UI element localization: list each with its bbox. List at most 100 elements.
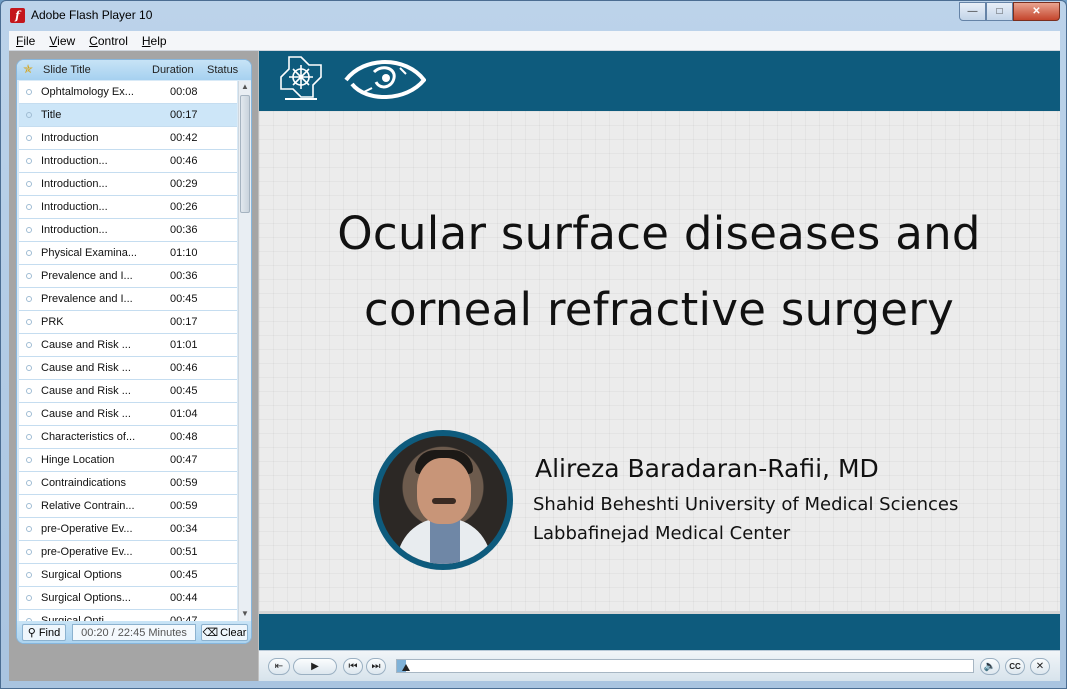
slide-list-item[interactable]: Introduction... 00:29 <box>19 173 237 196</box>
play-button[interactable]: ▶ <box>293 658 337 675</box>
slide-list-item-title: Introduction <box>41 132 99 144</box>
slide-list-item[interactable]: Surgical Options 00:45 <box>19 564 237 587</box>
slide-list-item-title: Introduction... <box>41 178 108 190</box>
status-dot-icon <box>26 434 32 440</box>
next-slide-button[interactable]: ⏭ <box>366 658 386 675</box>
status-dot-icon <box>26 549 32 555</box>
slide-list-item[interactable]: Prevalence and I... 00:36 <box>19 265 237 288</box>
playback-bar: ⇤ ▶ ⏮ ⏭ 🔈 CC ✕ <box>259 650 1060 681</box>
status-dot-icon <box>26 112 32 118</box>
outline-header: ✯ Slide Title Duration Status <box>17 60 251 80</box>
slide-list-item[interactable]: Introduction... 00:46 <box>19 150 237 173</box>
status-dot-icon <box>26 388 32 394</box>
slide-list-item-title: Prevalence and I... <box>41 293 133 305</box>
status-dot-icon <box>26 595 32 601</box>
slide-list-item[interactable]: Title 00:17 <box>19 104 237 127</box>
slide-list-item-title: Introduction... <box>41 155 108 167</box>
slide-list-item[interactable]: pre-Operative Ev... 00:34 <box>19 518 237 541</box>
slide-stage: Ocular surface diseases and corneal refr… <box>259 51 1060 650</box>
cc-icon: CC <box>1009 662 1021 671</box>
slide-list-item-duration: 00:36 <box>170 224 198 236</box>
menu-control[interactable]: Control <box>89 34 128 48</box>
slide-list-item[interactable]: Relative Contrain... 00:59 <box>19 495 237 518</box>
slide-list-item[interactable]: Introduction... 00:26 <box>19 196 237 219</box>
outline-toggle-button[interactable]: ⇤ <box>268 658 290 675</box>
scroll-up-icon[interactable]: ▲ <box>241 82 249 91</box>
speaker-icon: 🔈 <box>983 661 997 672</box>
slide-list-item[interactable]: Cause and Risk ... 00:45 <box>19 380 237 403</box>
status-dot-icon <box>26 250 32 256</box>
player-client-area: ✯ Slide Title Duration Status Ophtalmolo… <box>9 51 1060 681</box>
outline-scrollbar[interactable]: ▲ ▼ <box>238 81 251 621</box>
university-logo-icon <box>280 56 322 100</box>
close-player-button[interactable]: ✕ <box>1030 658 1050 675</box>
slide-list-item-duration: 00:59 <box>170 477 198 489</box>
slide-list-item[interactable]: Hinge Location 00:47 <box>19 449 237 472</box>
slide-list-item[interactable]: Surgical Options... 00:44 <box>19 587 237 610</box>
menu-file[interactable]: File <box>16 34 35 48</box>
minimize-button[interactable]: — <box>959 2 986 21</box>
menu-bar: File View Control Help <box>9 31 1060 51</box>
slide-list-item[interactable]: pre-Operative Ev... 00:51 <box>19 541 237 564</box>
slide-list-item-title: Characteristics of... <box>41 431 136 443</box>
slide-list-item[interactable]: Contraindications 00:59 <box>19 472 237 495</box>
slide-list-item-title: Introduction... <box>41 224 108 236</box>
clear-button[interactable]: ⌫ Clear <box>201 624 248 641</box>
outline-footer: ⚲ Find 00:20 / 22:45 Minutes ⌫ Clear <box>17 621 251 643</box>
closed-captions-button[interactable]: CC <box>1005 658 1025 675</box>
slide-list-item[interactable]: Cause and Risk ... 01:01 <box>19 334 237 357</box>
status-dot-icon <box>26 457 32 463</box>
previous-slide-button[interactable]: ⏮ <box>343 658 363 675</box>
slide-list-item-title: pre-Operative Ev... <box>41 523 133 535</box>
seek-bar[interactable] <box>396 659 974 673</box>
slide-list-item[interactable]: Cause and Risk ... 01:04 <box>19 403 237 426</box>
slide-list-item[interactable]: Prevalence and I... 00:45 <box>19 288 237 311</box>
slide-list-item-title: Surgical Options... <box>41 592 131 604</box>
skip-back-icon: ⏮ <box>348 661 358 672</box>
presenter-affiliation-1: Shahid Beheshti University of Medical Sc… <box>533 494 959 515</box>
status-dot-icon <box>26 273 32 279</box>
header-status[interactable]: Status <box>207 64 238 76</box>
presenter-name: Alireza Baradaran-Rafii, MD <box>535 454 879 483</box>
status-dot-icon <box>26 89 32 95</box>
find-label: Find <box>38 626 61 639</box>
header-slide-title[interactable]: Slide Title <box>43 64 91 76</box>
slide-title: Ocular surface diseases and corneal refr… <box>299 196 1019 348</box>
slide-list-item-title: Ophtalmology Ex... <box>41 86 134 98</box>
flash-app-icon: f <box>10 8 25 23</box>
slide-list-item[interactable]: PRK 00:17 <box>19 311 237 334</box>
find-button[interactable]: ⚲ Find <box>22 624 66 641</box>
slide-list-item-duration: 01:04 <box>170 408 198 420</box>
scroll-down-icon[interactable]: ▼ <box>241 609 249 618</box>
slide-list-item-duration: 00:45 <box>170 385 198 397</box>
slide-list-item[interactable]: Physical Examina... 01:10 <box>19 242 237 265</box>
close-button[interactable]: ✕ <box>1013 2 1060 21</box>
flash-player-window: f Adobe Flash Player 10 — □ ✕ File View … <box>0 0 1067 689</box>
slide-list-item-title: Cause and Risk ... <box>41 408 131 420</box>
slide-list-item[interactable]: Cause and Risk ... 00:46 <box>19 357 237 380</box>
slide-list-item-duration: 00:42 <box>170 132 198 144</box>
menu-view[interactable]: View <box>49 34 75 48</box>
scroll-thumb[interactable] <box>240 95 250 213</box>
slide-list: Ophtalmology Ex... 00:08 Title 00:17 Introdu… <box>19 81 237 621</box>
slide-list-item[interactable]: Surgical Opti... 00:47 <box>19 610 237 621</box>
slide-list-item[interactable]: Characteristics of... 00:48 <box>19 426 237 449</box>
slide-list-item-title: Physical Examina... <box>41 247 137 259</box>
slide-list-item-duration: 00:45 <box>170 569 198 581</box>
header-duration[interactable]: Duration <box>152 64 194 76</box>
slide-list-item-title: Title <box>41 109 62 121</box>
menu-help[interactable]: Help <box>142 34 167 48</box>
slide-list-item-duration: 00:36 <box>170 270 198 282</box>
magnifier-icon: ⚲ <box>27 627 36 639</box>
status-dot-icon <box>26 296 32 302</box>
star-icon: ✯ <box>23 62 34 76</box>
slide-list-item-duration: 00:47 <box>170 454 198 466</box>
slide-list-item[interactable]: Ophtalmology Ex... 00:08 <box>19 81 237 104</box>
slide-list-item[interactable]: Introduction 00:42 <box>19 127 237 150</box>
slide-list-item-duration: 00:17 <box>170 109 198 121</box>
slide-list-item[interactable]: Introduction... 00:36 <box>19 219 237 242</box>
maximize-button[interactable]: □ <box>986 2 1013 21</box>
volume-button[interactable]: 🔈 <box>980 658 1000 675</box>
seek-knob[interactable] <box>401 664 410 671</box>
slide-list-item-title: Prevalence and I... <box>41 270 133 282</box>
